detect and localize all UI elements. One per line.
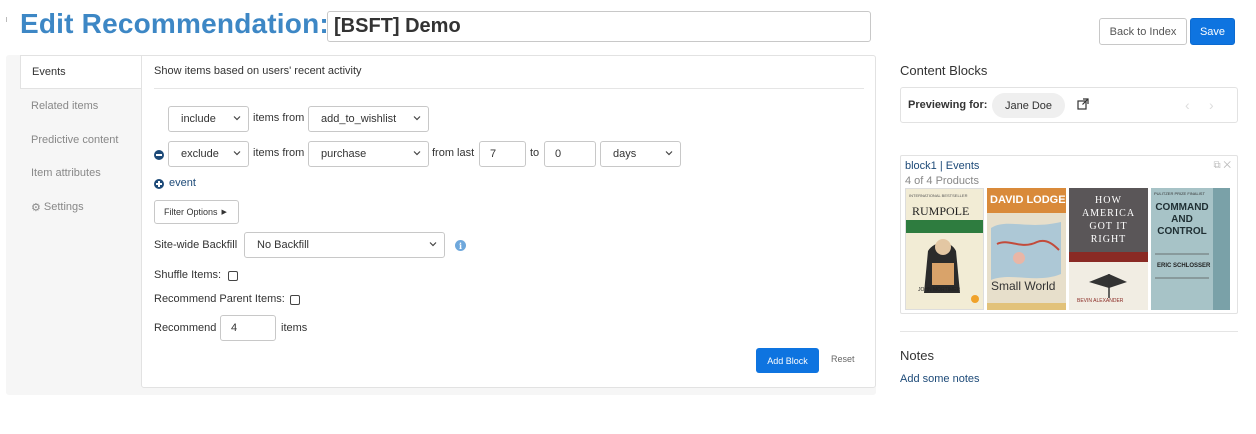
button-label: Filter Options [164, 207, 218, 217]
backfill-select[interactable]: No Backfill [244, 232, 445, 258]
external-link-icon[interactable] [1077, 98, 1089, 110]
tab-label: Predictive content [31, 134, 119, 146]
add-event-icon[interactable] [154, 179, 164, 189]
add-notes-link[interactable]: Add some notes [900, 373, 980, 385]
chevron-down-icon [413, 151, 421, 156]
events-panel-title: Show items based on users' recent activi… [154, 65, 362, 77]
page-title: Edit Recommendation: [20, 8, 329, 39]
copy-icon[interactable]: ⧉ [1213, 160, 1220, 171]
include-event-select[interactable]: add_to_wishlist [308, 106, 429, 132]
reset-button[interactable]: Reset [831, 354, 855, 364]
recommendation-name-input[interactable] [327, 11, 871, 42]
select-value: add_to_wishlist [321, 113, 397, 125]
block-subtitle: 4 of 4 Products [905, 175, 979, 187]
parent-items-checkbox[interactable] [290, 295, 300, 305]
cover-tagline: PULITZER PRIZE FINALIST [1154, 191, 1205, 196]
cover-author: BEVIN ALEXANDER [1077, 298, 1124, 304]
select-value: days [613, 148, 637, 160]
cover-tagline: INTERNATIONAL BESTSELLER [909, 193, 968, 198]
include-mode-select[interactable]: include [168, 106, 249, 132]
tab-label: Settings [43, 201, 84, 213]
back-to-index-button[interactable]: Back to Index [1099, 18, 1187, 45]
recommend-count-input[interactable]: 4 [220, 315, 276, 341]
time-unit-select[interactable]: days [600, 141, 681, 167]
tab-item-attributes[interactable]: Item attributes [20, 156, 142, 190]
content-block-card: block1 | Events 4 of 4 Products ⧉ ✕ INTE… [900, 155, 1238, 314]
items-from-label: items from [253, 147, 305, 159]
cover-author: JOHN MORTIMER [918, 287, 961, 293]
tab-settings[interactable]: ⚙ Settings [20, 190, 142, 224]
shuffle-checkbox[interactable] [228, 271, 238, 281]
chevron-down-icon [429, 242, 437, 247]
block-actions: ⧉ ✕ [1213, 160, 1231, 171]
save-button[interactable]: Save [1190, 18, 1235, 45]
tab-label: Item attributes [31, 167, 101, 179]
preview-bar: Previewing for: Jane Doe ‹ › [900, 87, 1238, 123]
cover-author: ERIC SCHLOSSER [1157, 263, 1211, 269]
select-value: No Backfill [257, 239, 309, 251]
product-cover-4[interactable]: PULITZER PRIZE FINALIST COMMAND AND CONT… [1151, 188, 1230, 310]
tab-label: Related items [31, 100, 99, 112]
previewing-label: Previewing for: [908, 99, 988, 111]
cover-title: HOW AMERICA GOT IT RIGHT [1081, 195, 1136, 245]
product-cover-3[interactable]: HOW AMERICA GOT IT RIGHT BEVIN ALEXANDER [1069, 188, 1148, 310]
chevron-down-icon [233, 116, 241, 121]
add-event-link[interactable]: event [169, 177, 196, 189]
chevron-down-icon [233, 151, 241, 156]
from-last-input[interactable]: 7 [479, 141, 526, 167]
product-cover-2[interactable]: DAVID LODGE Small World [987, 188, 1066, 310]
tab-label: Events [32, 66, 66, 78]
chevron-left-icon[interactable]: ‹ [1185, 97, 1190, 113]
select-value: purchase [321, 148, 367, 160]
select-value: include [181, 113, 216, 125]
select-value: exclude [181, 148, 219, 160]
parent-items-label: Recommend Parent Items: [154, 293, 285, 305]
window-edge-mark [6, 17, 7, 22]
from-last-label: from last [432, 147, 475, 159]
gear-icon: ⚙ [31, 201, 41, 214]
tab-predictive-content[interactable]: Predictive content [20, 123, 142, 157]
chevron-down-icon [413, 116, 421, 121]
block-title-link[interactable]: block1 | Events [905, 160, 979, 172]
chevron-down-icon [665, 151, 673, 156]
divider [900, 331, 1238, 332]
events-panel: Show items based on users' recent activi… [141, 55, 876, 388]
divider [154, 88, 864, 89]
content-blocks-title: Content Blocks [900, 63, 988, 78]
cover-title: DAVID LODGE [990, 194, 1066, 206]
to-input[interactable]: 0 [544, 141, 596, 167]
caret-right-icon: ▶ [221, 209, 227, 216]
exclude-mode-select[interactable]: exclude [168, 141, 249, 167]
items-label: items [281, 322, 308, 334]
items-from-label: items from [253, 112, 305, 124]
tab-related-items[interactable]: Related items [20, 89, 142, 123]
cover-title: RUMPOLE [912, 204, 970, 218]
remove-event-icon[interactable] [154, 150, 164, 160]
close-icon[interactable]: ✕ [1223, 160, 1231, 171]
shuffle-label: Shuffle Items: [154, 269, 222, 281]
info-icon[interactable]: i [455, 240, 466, 251]
recommend-label: Recommend [154, 322, 217, 334]
add-block-button[interactable]: Add Block [756, 348, 819, 373]
to-label: to [530, 147, 540, 159]
chevron-right-icon[interactable]: › [1209, 97, 1214, 113]
notes-title: Notes [900, 348, 934, 363]
preview-user-pill[interactable]: Jane Doe [992, 93, 1065, 118]
product-cover-1[interactable]: INTERNATIONAL BESTSELLER RUMPOLE JOHN MO… [905, 188, 984, 310]
cover-subtitle: Small World [991, 279, 1056, 293]
exclude-event-select[interactable]: purchase [308, 141, 429, 167]
filter-options-button[interactable]: Filter Options ▶ [154, 200, 239, 224]
cover-title: COMMAND AND CONTROL [1155, 202, 1209, 237]
backfill-label: Site-wide Backfill [154, 239, 238, 251]
tab-events[interactable]: Events [20, 55, 142, 89]
